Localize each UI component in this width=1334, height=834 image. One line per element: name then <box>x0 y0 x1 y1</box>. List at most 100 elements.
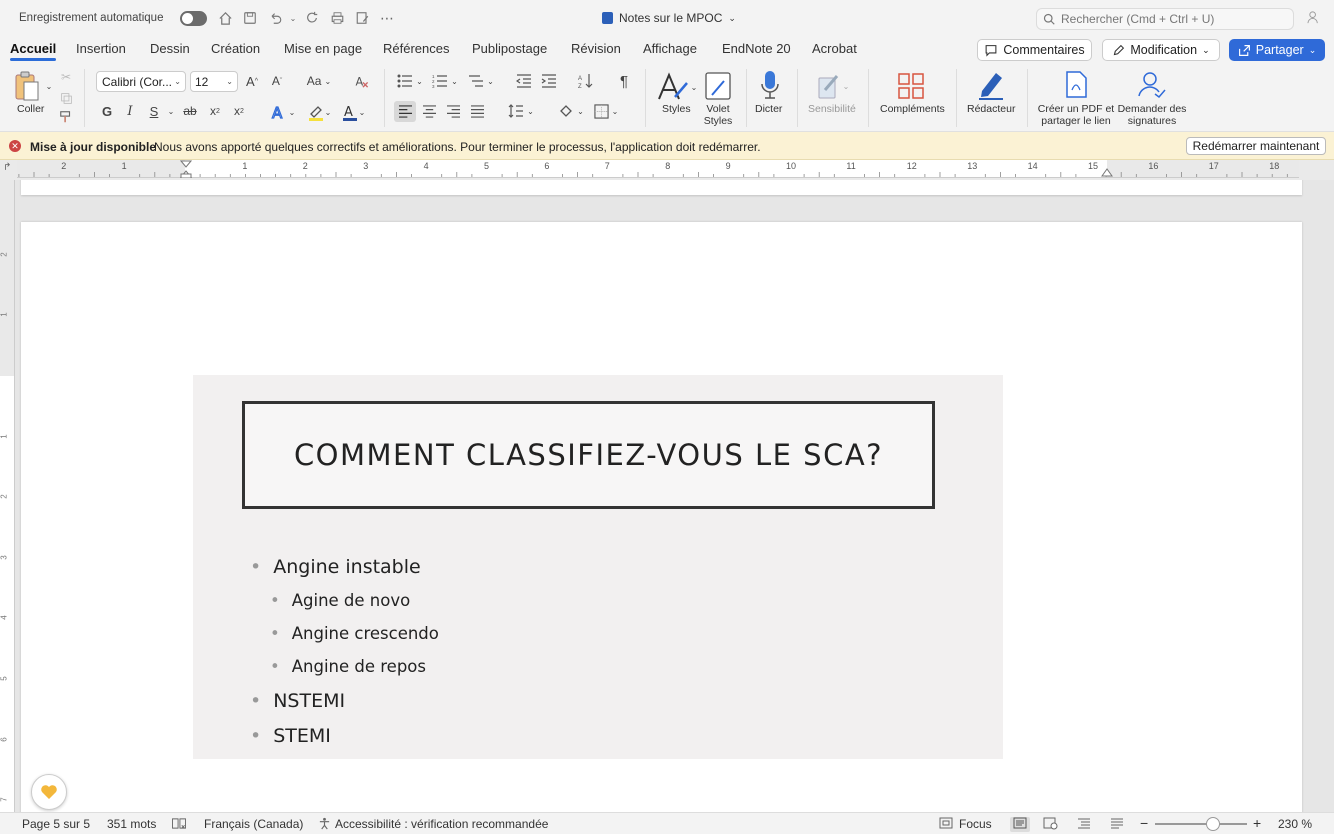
align-center-button[interactable] <box>419 101 439 122</box>
vertical-ruler-number: 3 <box>0 555 9 560</box>
cut-icon[interactable]: ✂ <box>58 69 74 85</box>
word-count[interactable]: 351 mots <box>107 817 156 831</box>
undo-icon[interactable] <box>266 9 284 27</box>
collaborate-icon[interactable] <box>1307 10 1322 28</box>
zoom-slider-track[interactable] <box>1155 823 1247 825</box>
document-title[interactable]: Notes sur le MPOC ⌄ <box>602 11 736 25</box>
page-count[interactable]: Page 5 sur 5 <box>22 817 90 831</box>
strikethrough-button[interactable]: ab <box>181 103 199 119</box>
tab-revision[interactable]: Révision <box>571 41 621 56</box>
numbering-button[interactable]: 123 ⌄ <box>430 72 460 90</box>
proofing-icon[interactable] <box>171 817 187 833</box>
search-input[interactable]: Rechercher (Cmd + Ctrl + U) <box>1036 8 1294 30</box>
shading-button[interactable]: ⌄ <box>556 102 586 120</box>
borders-button[interactable]: ⌄ <box>591 102 621 120</box>
zoom-level[interactable]: 230 % <box>1278 817 1312 831</box>
save-icon[interactable] <box>241 9 259 27</box>
home-icon[interactable] <box>216 9 234 27</box>
accessibility-status[interactable]: Accessibilité : vérification recommandée <box>335 817 548 831</box>
heart-hands-icon[interactable] <box>31 774 67 810</box>
restart-now-button[interactable]: Redémarrer maintenant <box>1186 137 1326 155</box>
underline-dropdown-icon[interactable]: ⌄ <box>166 104 176 118</box>
font-color-button[interactable]: A ⌄ <box>338 103 368 121</box>
bullets-button[interactable]: ⌄ <box>395 72 425 90</box>
tab-affichage[interactable]: Affichage <box>643 41 697 56</box>
accessibility-icon[interactable] <box>318 817 331 833</box>
paste-dropdown-icon[interactable]: ⌄ <box>44 81 54 91</box>
zoom-out-button[interactable]: − <box>1140 815 1148 831</box>
web-layout-icon[interactable] <box>1043 817 1058 833</box>
tab-mise-en-page[interactable]: Mise en page <box>284 41 362 56</box>
comments-button[interactable]: Commentaires <box>977 39 1092 61</box>
show-formatting-icon[interactable]: ¶ <box>615 72 633 90</box>
align-right-button[interactable] <box>443 101 463 122</box>
decrease-indent-icon[interactable] <box>515 72 533 90</box>
editing-mode-button[interactable]: Modification ⌄ <box>1102 39 1220 61</box>
right-indent-marker[interactable] <box>1101 167 1113 177</box>
justify-button[interactable] <box>467 101 487 122</box>
print-layout-icon[interactable] <box>1010 817 1030 832</box>
addins-button[interactable] <box>895 69 927 103</box>
copy-icon[interactable] <box>58 90 74 106</box>
create-pdf-button[interactable] <box>1062 69 1092 101</box>
shrink-font-icon[interactable]: Aˇ <box>269 73 285 89</box>
share-label: Partager <box>1255 43 1304 57</box>
tab-insertion[interactable]: Insertion <box>76 41 126 56</box>
focus-icon[interactable] <box>939 817 953 832</box>
paste-button[interactable] <box>12 69 42 103</box>
increase-indent-icon[interactable] <box>540 72 558 90</box>
styles-gallery-button[interactable]: ⌄ <box>655 69 699 105</box>
tab-acrobat[interactable]: Acrobat <box>812 41 857 56</box>
sensitivity-button[interactable]: ⌄ <box>814 69 852 103</box>
more-icon[interactable]: ⋯ <box>378 9 396 27</box>
tab-creation[interactable]: Création <box>211 41 260 56</box>
ruler-number: 7 <box>604 161 610 171</box>
multilevel-list-button[interactable]: ⌄ <box>466 72 496 90</box>
font-size-select[interactable]: 12 ⌄ <box>190 71 238 92</box>
editor-button[interactable] <box>975 68 1007 102</box>
tab-publipostage[interactable]: Publipostage <box>472 41 547 56</box>
font-name-select[interactable]: Calibri (Cor... ⌄ <box>96 71 186 92</box>
tab-dessin[interactable]: Dessin <box>150 41 190 56</box>
request-signatures-button[interactable] <box>1136 69 1168 101</box>
highlight-button[interactable]: ⌄ <box>304 103 334 121</box>
zoom-slider-thumb[interactable] <box>1206 817 1220 831</box>
tab-endnote[interactable]: EndNote 20 <box>722 41 791 56</box>
subscript-button[interactable]: x2 <box>207 103 223 119</box>
tab-references[interactable]: Références <box>383 41 449 56</box>
format-painter-icon[interactable] <box>58 109 74 125</box>
undo-dropdown-icon[interactable]: ⌄ <box>284 9 302 27</box>
zoom-in-button[interactable]: + <box>1253 815 1261 831</box>
dictate-button[interactable] <box>756 68 784 102</box>
italic-button[interactable]: I <box>123 103 137 119</box>
focus-mode[interactable]: Focus <box>959 817 992 831</box>
tab-accueil[interactable]: Accueil <box>10 41 57 61</box>
clear-format-icon[interactable]: A <box>353 73 371 89</box>
change-case-icon[interactable]: Aa ⌄ <box>305 73 333 89</box>
redo-icon[interactable] <box>303 9 321 27</box>
language[interactable]: Français (Canada) <box>204 817 303 831</box>
sort-icon[interactable]: AZ <box>577 72 595 90</box>
customize-icon[interactable] <box>353 9 371 27</box>
document-canvas[interactable]: COMMENT CLASSIFIEZ-VOUS LE SCA? • Angine … <box>15 180 1334 812</box>
superscript-button[interactable]: x2 <box>231 103 247 119</box>
print-icon[interactable] <box>328 9 346 27</box>
styles-pane-button[interactable] <box>703 69 733 103</box>
bold-button[interactable]: G <box>100 103 114 119</box>
text-effects-button[interactable]: A ⌄ <box>268 103 298 121</box>
embedded-slide-image[interactable]: COMMENT CLASSIFIEZ-VOUS LE SCA? • Angine … <box>193 375 1003 759</box>
first-line-indent-marker[interactable] <box>180 160 192 178</box>
ruler-track[interactable]: 2 1 1 2 3 4 5 6 7 8 9 10 11 12 13 14 15 16 17 18 <box>17 160 1299 178</box>
grow-font-icon[interactable]: A ^ <box>244 73 260 89</box>
notification-title: Mise à jour disponible <box>30 140 157 154</box>
document-page[interactable]: COMMENT CLASSIFIEZ-VOUS LE SCA? • Angine … <box>21 222 1302 812</box>
autosave-toggle[interactable] <box>180 11 207 26</box>
line-spacing-button[interactable]: ⌄ <box>506 102 536 120</box>
draft-view-icon[interactable] <box>1110 817 1124 832</box>
align-left-icon <box>398 105 412 118</box>
share-button[interactable]: Partager ⌄ <box>1229 39 1325 61</box>
underline-button[interactable]: S <box>147 103 161 119</box>
align-left-button[interactable] <box>394 101 416 122</box>
tab-stop-icon[interactable]: ↱ <box>3 162 11 173</box>
outline-view-icon[interactable] <box>1077 817 1091 832</box>
